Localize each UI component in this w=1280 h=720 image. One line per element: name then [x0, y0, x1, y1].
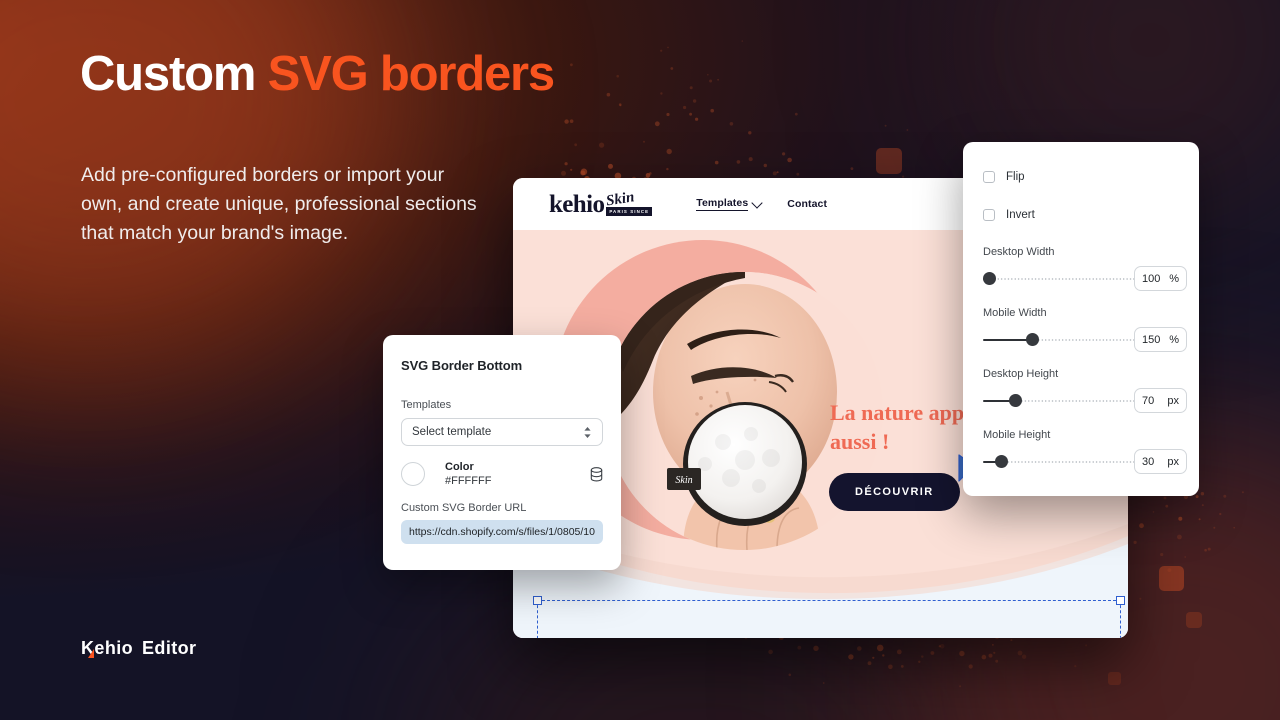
mobile-width-label: Mobile Width: [983, 307, 1047, 319]
page-title: Custom SVG borders: [80, 47, 556, 101]
value: 70: [1142, 394, 1155, 407]
unit: %: [1169, 333, 1179, 346]
nav-item-templates[interactable]: Templates: [696, 196, 763, 211]
nav-label: Contact: [787, 198, 828, 210]
deco-square-4: [1108, 672, 1121, 685]
brand-secondary: Editor: [142, 638, 197, 658]
title-accent: SVG borders: [267, 47, 556, 101]
mobile-height-input[interactable]: 30 px: [1134, 449, 1187, 474]
url-value: https://cdn.shopify.com/s/files/1/0805/1…: [409, 526, 595, 538]
desktop-height-slider[interactable]: [983, 394, 1135, 408]
selection-box[interactable]: [533, 596, 1125, 638]
svg-border-settings-panel: SVG Border Bottom Templates Select templ…: [383, 335, 621, 570]
color-label: Color: [445, 461, 474, 473]
brand-logo: Kehio Editor: [81, 638, 196, 659]
slider-knob[interactable]: [995, 455, 1008, 468]
slider-fill: [983, 339, 1032, 342]
desktop-width-slider[interactable]: [983, 272, 1135, 286]
brand-rest: ehio: [94, 638, 134, 658]
unit: px: [1167, 394, 1179, 407]
flip-label: Flip: [1006, 171, 1025, 183]
deco-square-2: [1159, 566, 1184, 591]
invert-checkbox-row[interactable]: Invert: [983, 209, 1035, 221]
mobile-height-slider[interactable]: [983, 455, 1135, 469]
template-select[interactable]: Select template: [401, 418, 603, 446]
page-subtitle: Add pre-configured borders or import you…: [81, 164, 477, 244]
chevron-down-icon: [751, 196, 763, 209]
slider-track: [983, 278, 1135, 280]
svg-text:Skin: Skin: [675, 475, 692, 486]
chevron-updown-icon: [583, 426, 592, 439]
mobile-width-input[interactable]: 150 %: [1134, 327, 1187, 352]
mobile-width-slider[interactable]: [983, 333, 1135, 347]
url-label: Custom SVG Border URL: [401, 502, 527, 514]
unit: %: [1169, 272, 1179, 285]
template-select-value: Select template: [412, 426, 492, 438]
brand-k-wrap: K: [81, 638, 94, 659]
nav-label: Templates: [696, 197, 749, 211]
dimension-settings-panel: Flip Invert Desktop Width 100 % Mobile W…: [963, 142, 1199, 496]
preview-nav-links: Templates Contact: [696, 196, 827, 211]
slider-knob[interactable]: [1009, 394, 1022, 407]
flip-checkbox-row[interactable]: Flip: [983, 171, 1025, 183]
desktop-height-input[interactable]: 70 px: [1134, 388, 1187, 413]
invert-label: Invert: [1006, 209, 1035, 221]
templates-label: Templates: [401, 399, 452, 411]
checkbox-icon[interactable]: [983, 171, 995, 183]
deco-square-3: [1186, 612, 1202, 628]
panel-title: SVG Border Bottom: [401, 358, 523, 373]
checkbox-icon[interactable]: [983, 209, 995, 221]
resize-handle-top-right[interactable]: [1116, 596, 1125, 605]
desktop-height-label: Desktop Height: [983, 368, 1059, 380]
logo-wordmark: kehio: [549, 191, 605, 219]
value: 30: [1142, 455, 1155, 468]
unit: px: [1167, 455, 1179, 468]
preview-cta-button[interactable]: DÉCOUVRIR: [829, 473, 960, 511]
slider-knob[interactable]: [1026, 333, 1039, 346]
logo-sub: Skin PARIS SINCE: [605, 190, 653, 216]
logo-tagline: PARIS SINCE: [606, 207, 653, 216]
color-swatch[interactable]: [401, 462, 425, 486]
nav-item-contact[interactable]: Contact: [787, 198, 827, 210]
svg-border-url-input[interactable]: https://cdn.shopify.com/s/files/1/0805/1…: [401, 520, 603, 544]
desktop-width-input[interactable]: 100 %: [1134, 266, 1187, 291]
promo-banner: Custom SVG borders Add pre-configured bo…: [0, 0, 1280, 720]
preview-logo[interactable]: kehio Skin PARIS SINCE: [549, 190, 653, 219]
resize-handle-top-left[interactable]: [533, 596, 542, 605]
database-icon[interactable]: [590, 466, 603, 482]
slider-knob[interactable]: [983, 272, 996, 285]
value: 150: [1142, 333, 1161, 346]
desktop-width-label: Desktop Width: [983, 246, 1055, 258]
color-value: #FFFFFF: [445, 475, 492, 487]
value: 100: [1142, 272, 1161, 285]
deco-square-1: [876, 148, 902, 174]
brand-k-accent-icon: [88, 649, 94, 658]
title-white: Custom: [80, 47, 268, 101]
mobile-height-label: Mobile Height: [983, 429, 1051, 441]
color-row[interactable]: Color #FFFFFF: [401, 460, 603, 488]
color-text: Color #FFFFFF: [445, 460, 491, 488]
